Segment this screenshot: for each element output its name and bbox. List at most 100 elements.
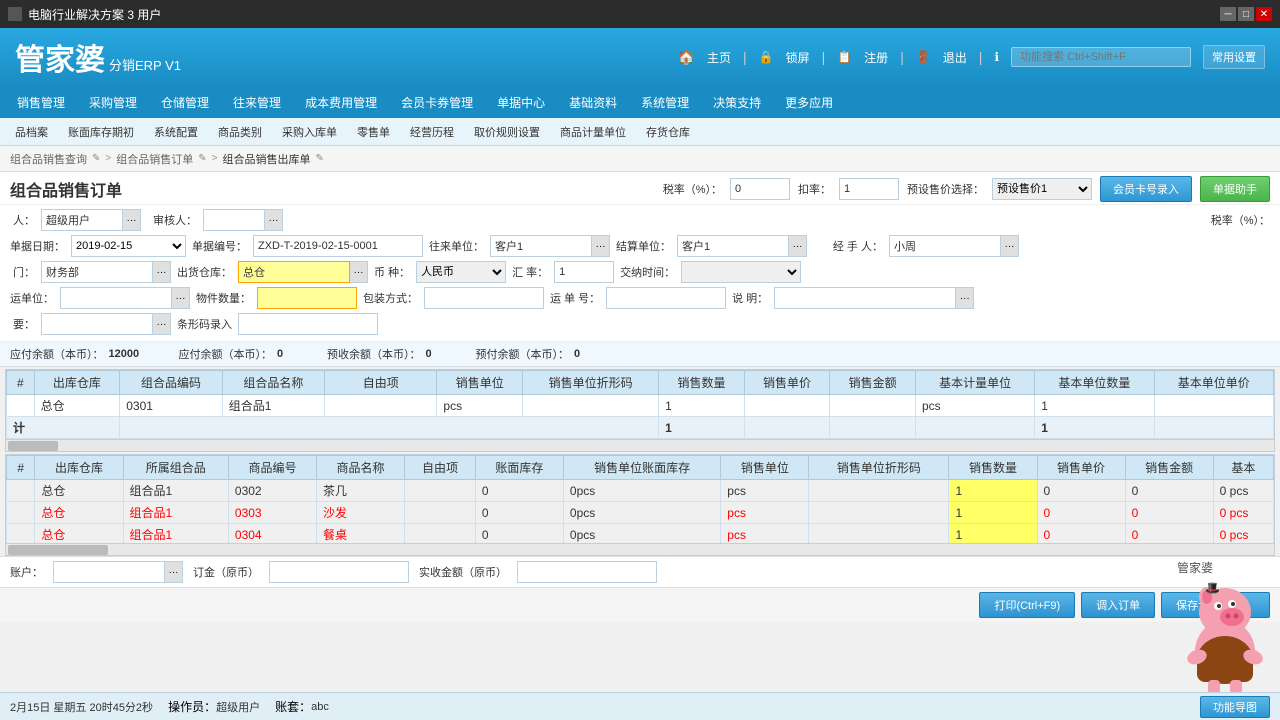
- account-dots-btn[interactable]: ···: [165, 561, 183, 583]
- sub-table-row[interactable]: 总仓 组合品1 0304 餐桌 0 0pcs pcs 1 0 0 0 pcs: [7, 524, 1274, 545]
- sub-cell-combo: 组合品1: [123, 502, 228, 524]
- save-btn[interactable]: 保存订单（F8）: [1161, 592, 1270, 618]
- func-search-input[interactable]: [1011, 47, 1191, 67]
- sub-nav-item-5[interactable]: 零售单: [347, 118, 400, 146]
- sub-cell-saleunit: pcs: [721, 502, 809, 524]
- date-input[interactable]: 2019-02-15: [71, 235, 186, 257]
- member-card-btn[interactable]: 会员卡号录入: [1100, 176, 1192, 202]
- ship-unit-dots-btn[interactable]: ···: [172, 287, 190, 309]
- ship-unit-input[interactable]: [60, 287, 172, 309]
- tax-rate-input[interactable]: [730, 178, 790, 200]
- price-select[interactable]: 预设售价1: [992, 178, 1092, 200]
- close-btn[interactable]: ✕: [1256, 7, 1272, 21]
- import-btn[interactable]: 调入订单: [1081, 592, 1155, 618]
- main-th-name: 组合品名称: [222, 371, 324, 395]
- sub-nav-item-9[interactable]: 存货仓库: [636, 118, 700, 146]
- nav-item-voucher[interactable]: 单据中心: [485, 86, 557, 118]
- nav-item-decision[interactable]: 决策支持: [701, 86, 773, 118]
- settle-unit-input[interactable]: [677, 235, 789, 257]
- footer: 2月15日 星期五 20时45分2秒 操作员： 超级用户 账套： abc 功能导…: [0, 692, 1280, 720]
- sub-th-base: 基本: [1213, 456, 1273, 480]
- operator-input[interactable]: [41, 209, 123, 231]
- logo-bar: 管家婆 分销ERP V1 🏠 主页 | 🔒 锁屏 | 📋 注册 | 🚪 退出 |…: [0, 28, 1280, 86]
- main-scroll-thumb[interactable]: [8, 441, 58, 451]
- sub-th-combo: 所属组合品: [123, 456, 228, 480]
- sub-nav-item-2[interactable]: 系统配置: [144, 118, 208, 146]
- settings-btn[interactable]: 常用设置: [1203, 45, 1265, 69]
- nav-item-basic[interactable]: 基础资料: [557, 86, 629, 118]
- maximize-btn[interactable]: □: [1238, 7, 1254, 21]
- actual-amount-input[interactable]: [517, 561, 657, 583]
- window-controls[interactable]: ─ □ ✕: [1220, 7, 1272, 21]
- home-label[interactable]: 主页: [707, 49, 731, 66]
- home-icon: 🏠: [678, 49, 695, 66]
- warehouse-dots-btn[interactable]: ···: [350, 261, 368, 283]
- nav-item-member[interactable]: 会员卡券管理: [389, 86, 485, 118]
- barcode-input[interactable]: [238, 313, 378, 335]
- print-btn[interactable]: 打印(Ctrl+F9): [979, 592, 1075, 618]
- nav-item-more[interactable]: 更多应用: [773, 86, 845, 118]
- to-unit-input[interactable]: [490, 235, 592, 257]
- dept-input[interactable]: [41, 261, 153, 283]
- approver-input[interactable]: [203, 209, 265, 231]
- breadcrumb-item-0[interactable]: 组合品销售查询: [10, 151, 87, 167]
- nav-item-sales[interactable]: 销售管理: [5, 86, 77, 118]
- handler-input[interactable]: [889, 235, 1001, 257]
- handler-dots-btn[interactable]: ···: [1001, 235, 1019, 257]
- breadcrumb-item-1[interactable]: 组合品销售订单: [116, 151, 193, 167]
- page-title: 组合品销售订单: [10, 177, 122, 201]
- sub-nav-item-1[interactable]: 账面库存期初: [58, 118, 144, 146]
- currency-select[interactable]: 人民币: [416, 261, 506, 283]
- footer-account-value: abc: [311, 701, 329, 713]
- sub-nav-item-3[interactable]: 商品类别: [208, 118, 272, 146]
- breadcrumb-item-2[interactable]: 组合品销售出库单: [222, 151, 310, 167]
- require-input[interactable]: [41, 313, 153, 335]
- register-label[interactable]: 注册: [864, 49, 888, 66]
- nav-item-system[interactable]: 系统管理: [629, 86, 701, 118]
- settle-unit-dots-btn[interactable]: ···: [789, 235, 807, 257]
- exit-label[interactable]: 退出: [943, 49, 967, 66]
- sub-nav: 品档案 账面库存期初 系统配置 商品类别 采购入库单 零售单 经营历程 取价规则…: [0, 118, 1280, 146]
- to-unit-dots-btn[interactable]: ···: [592, 235, 610, 257]
- order-amount-input[interactable]: [269, 561, 409, 583]
- sub-cell-warehouse: 总仓: [35, 502, 123, 524]
- nav-item-cost[interactable]: 成本费用管理: [293, 86, 389, 118]
- sub-scroll-thumb[interactable]: [8, 545, 108, 555]
- exchange-input[interactable]: [554, 261, 614, 283]
- order-no-input[interactable]: [253, 235, 423, 257]
- sub-table-row[interactable]: 总仓 组合品1 0303 沙发 0 0pcs pcs 1 0 0 0 pcs: [7, 502, 1274, 524]
- nav-item-transactions[interactable]: 往来管理: [221, 86, 293, 118]
- discount-rate-input[interactable]: [839, 178, 899, 200]
- pack-mode-input[interactable]: [424, 287, 544, 309]
- cell-freeitem: [325, 395, 437, 417]
- require-dots-btn[interactable]: ···: [153, 313, 171, 335]
- table-row[interactable]: 总仓 0301 组合品1 pcs 1 pcs 1: [7, 395, 1274, 417]
- remarks-input[interactable]: [774, 287, 956, 309]
- pack-mode-label: 包装方式：: [363, 290, 418, 306]
- approver-dots-btn[interactable]: ···: [265, 209, 283, 231]
- assist-btn[interactable]: 单据助手: [1200, 176, 1270, 202]
- operator-dots-btn[interactable]: ···: [123, 209, 141, 231]
- trade-date-input[interactable]: [681, 261, 801, 283]
- lock-label[interactable]: 锁屏: [786, 49, 810, 66]
- sub-nav-item-7[interactable]: 取价规则设置: [464, 118, 550, 146]
- item-count-input[interactable]: [257, 287, 357, 309]
- nav-item-purchase[interactable]: 采购管理: [77, 86, 149, 118]
- sub-table-row[interactable]: 总仓 组合品1 0302 茶几 0 0pcs pcs 1 0 0 0 pcs: [7, 480, 1274, 502]
- ship-no-input[interactable]: [606, 287, 726, 309]
- sub-scroll-h[interactable]: [5, 544, 1275, 556]
- prepay-value: 0: [574, 348, 604, 360]
- sub-nav-item-8[interactable]: 商品计量单位: [550, 118, 636, 146]
- help-btn[interactable]: 功能导图: [1200, 696, 1270, 718]
- sub-nav-item-6[interactable]: 经营历程: [400, 118, 464, 146]
- main-scroll-h[interactable]: [5, 440, 1275, 452]
- sub-nav-item-0[interactable]: 品档案: [5, 118, 58, 146]
- dept-dots-btn[interactable]: ···: [153, 261, 171, 283]
- remarks-dots-btn[interactable]: ···: [956, 287, 974, 309]
- cell-saleunit: pcs: [437, 395, 523, 417]
- account-input[interactable]: [53, 561, 165, 583]
- nav-item-warehouse[interactable]: 仓储管理: [149, 86, 221, 118]
- minimize-btn[interactable]: ─: [1220, 7, 1236, 21]
- warehouse-input[interactable]: [238, 261, 350, 283]
- sub-nav-item-4[interactable]: 采购入库单: [272, 118, 347, 146]
